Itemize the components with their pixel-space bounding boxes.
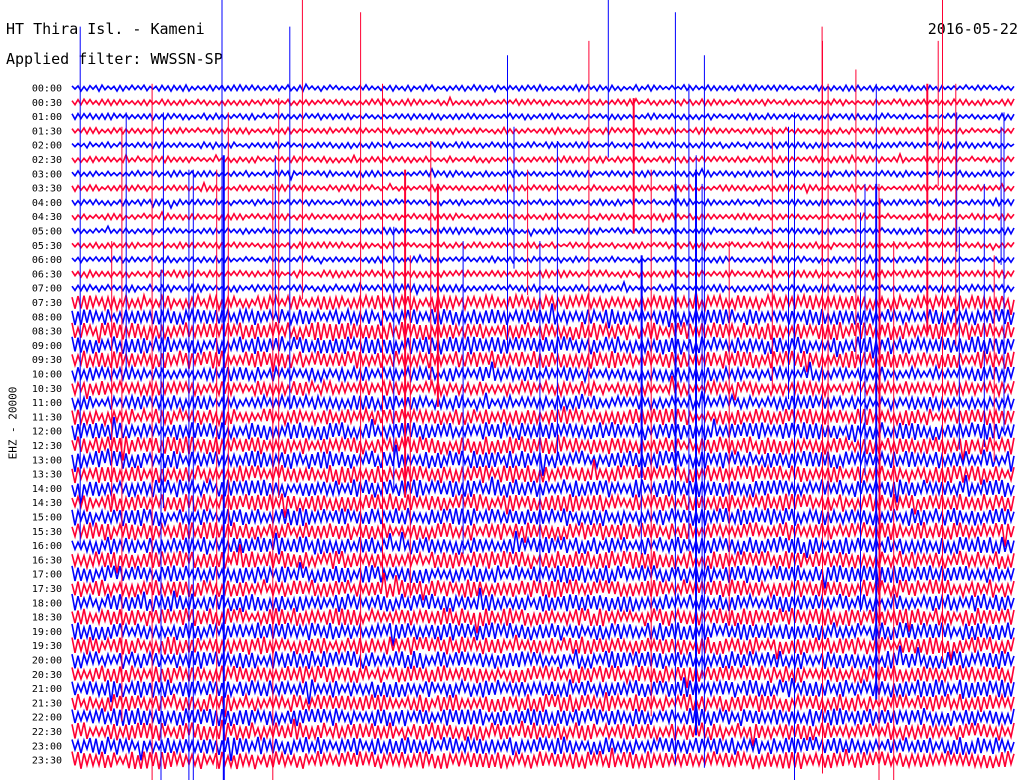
seismic-trace-row — [71, 279, 1015, 297]
row-time-label: 15:30 — [32, 527, 62, 538]
row-time-label: 14:30 — [32, 498, 62, 509]
row-time-label: 17:30 — [32, 584, 62, 595]
seismic-trace-row — [71, 735, 1015, 762]
row-time-label: 12:30 — [32, 441, 62, 452]
row-time-label: 00:30 — [32, 98, 62, 109]
seismic-trace-row — [71, 391, 1015, 413]
row-time-label: 06:00 — [32, 255, 62, 266]
seismic-trace-row — [71, 210, 1015, 224]
row-time-label: 08:00 — [32, 312, 62, 323]
seismic-trace-row — [71, 253, 1015, 266]
seismic-trace-row — [71, 240, 1015, 252]
seismic-trace-row — [71, 224, 1015, 238]
row-time-label: 02:00 — [32, 141, 62, 152]
seismic-trace-row — [71, 166, 1015, 182]
row-time-label: 14:00 — [32, 484, 62, 495]
seismic-trace-row — [71, 606, 1015, 634]
seismic-trace-row — [71, 82, 1015, 94]
row-time-label: 19:30 — [32, 641, 62, 652]
row-time-label: 20:30 — [32, 670, 62, 681]
row-time-label: 05:00 — [32, 227, 62, 238]
row-time-label: 10:30 — [32, 384, 62, 395]
seismic-trace-row — [71, 180, 1015, 195]
row-time-label: 18:30 — [32, 613, 62, 624]
row-time-label: 07:00 — [32, 284, 62, 295]
row-time-label: 17:00 — [32, 570, 62, 581]
row-time-label: 21:00 — [32, 684, 62, 695]
trace-group — [71, 82, 1015, 771]
row-time-label: 04:00 — [32, 198, 62, 209]
row-time-label: 20:00 — [32, 656, 62, 667]
row-time-label: 23:30 — [32, 756, 62, 767]
row-time-label: 07:30 — [32, 298, 62, 309]
seismic-trace-row — [71, 196, 1015, 210]
row-time-label: 11:00 — [32, 398, 62, 409]
row-time-label: 02:30 — [32, 155, 62, 166]
row-time-label: 11:30 — [32, 412, 62, 423]
row-time-label: 15:00 — [32, 513, 62, 524]
row-time-label: 22:00 — [32, 713, 62, 724]
row-time-label: 13:30 — [32, 470, 62, 481]
row-time-label: 18:00 — [32, 598, 62, 609]
seismic-trace-row — [71, 664, 1015, 689]
row-time-label: 12:00 — [32, 427, 62, 438]
row-time-label: 01:30 — [32, 126, 62, 137]
seismic-trace-row — [71, 95, 1015, 108]
row-time-label: 23:00 — [32, 741, 62, 752]
seismic-trace-row — [71, 492, 1015, 519]
row-time-label: 21:30 — [32, 698, 62, 709]
row-time-label: 06:30 — [32, 269, 62, 280]
row-time-label: 16:30 — [32, 555, 62, 566]
seismic-trace-row — [71, 321, 1015, 344]
seismic-trace-row — [71, 151, 1015, 165]
row-time-label: 19:00 — [32, 627, 62, 638]
row-label-group: 00:00 00:30 01:00 01:30 02:00 02:30 03:00 03:30… — [32, 84, 62, 767]
row-time-label: 13:00 — [32, 455, 62, 466]
row-time-label: 04:30 — [32, 212, 62, 223]
row-time-label: 03:30 — [32, 184, 62, 195]
seismic-trace-row — [71, 521, 1015, 547]
row-time-label: 03:00 — [32, 169, 62, 180]
seismic-trace-row — [71, 111, 1015, 122]
row-time-label: 09:00 — [32, 341, 62, 352]
seismic-trace-row — [71, 140, 1015, 151]
seismic-trace-row — [71, 125, 1015, 136]
seismic-trace-row — [71, 291, 1015, 315]
row-time-label: 10:00 — [32, 370, 62, 381]
row-time-label: 09:30 — [32, 355, 62, 366]
row-time-label: 00:00 — [32, 84, 62, 95]
row-time-label: 16:00 — [32, 541, 62, 552]
seismic-trace-row — [71, 621, 1015, 647]
row-time-label: 22:30 — [32, 727, 62, 738]
row-time-label: 08:30 — [32, 327, 62, 338]
row-time-label: 05:30 — [32, 241, 62, 252]
row-time-label: 01:00 — [32, 112, 62, 123]
seismic-trace-row — [71, 268, 1015, 282]
helicorder-plot: 00:00 00:30 01:00 01:30 02:00 02:30 03:00 03:30… — [32, 0, 1015, 780]
